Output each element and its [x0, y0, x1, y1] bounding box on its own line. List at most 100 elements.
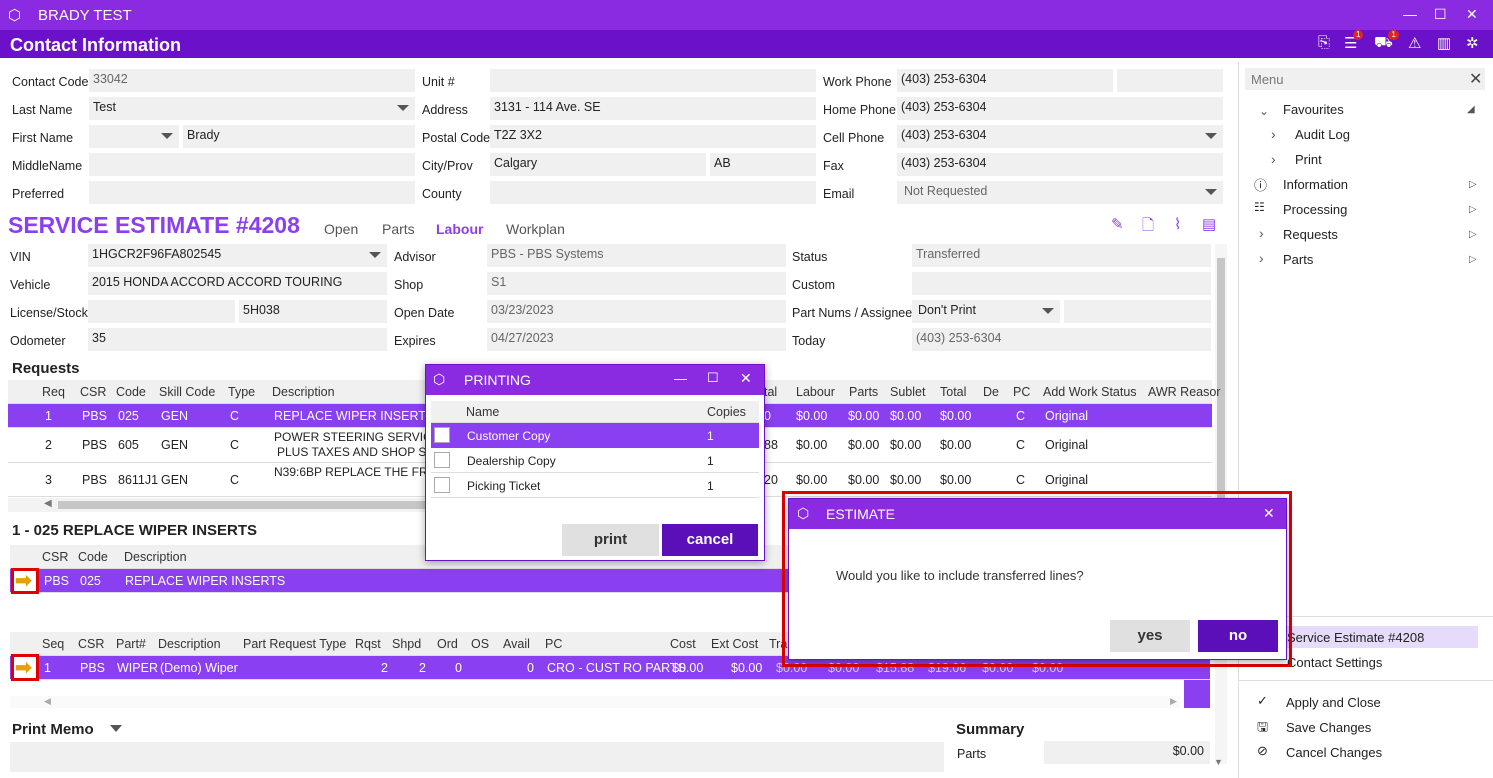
tab-workplan[interactable]: Workplan	[506, 221, 565, 237]
stock-field[interactable]: 5H038	[239, 300, 387, 323]
attachment-icon[interactable]: ⌇	[1174, 215, 1181, 233]
middle-name-field[interactable]	[89, 153, 415, 176]
postal-code-field[interactable]: T2Z 3X2	[490, 125, 816, 148]
menu-item-print[interactable]: Print	[1295, 152, 1322, 167]
open-item-service-estimate[interactable]: Service Estimate #4208	[1279, 626, 1478, 648]
menu-item-parts[interactable]: Parts	[1283, 252, 1313, 267]
vin-field[interactable]: 1HGCR2F96FA802545	[88, 244, 387, 267]
license-stock-label: License/Stock	[10, 306, 88, 320]
parts-row-indicator[interactable]: ➡	[11, 654, 39, 681]
county-field[interactable]	[490, 181, 816, 204]
menu-favourites[interactable]: Favourites	[1283, 102, 1344, 117]
close-icon[interactable]: ✕	[1466, 6, 1478, 23]
print-button[interactable]: print	[562, 524, 659, 556]
picking-ticket-checkbox[interactable]	[434, 477, 450, 493]
assignee-field[interactable]	[1064, 300, 1211, 323]
scroll-left-icon[interactable]: ◀	[44, 696, 51, 707]
parts-hscroll[interactable]: ◀ ▶	[10, 696, 1180, 708]
expand-icon[interactable]: ▷	[1469, 229, 1477, 240]
memo-chevron-icon[interactable]	[110, 725, 122, 732]
minimize-icon[interactable]: —	[674, 371, 687, 386]
car-icon[interactable]: ⛟ 1	[1374, 30, 1399, 53]
printing-row-customer-copy[interactable]: Customer Copy 1	[431, 423, 759, 448]
scroll-left-icon[interactable]: ◀	[44, 498, 52, 509]
edit-icon[interactable]: ✎	[1111, 215, 1124, 233]
expand-icon[interactable]: ▷	[1469, 204, 1477, 215]
chart-icon[interactable]: ▥	[1437, 34, 1451, 52]
tab-parts[interactable]: Parts	[382, 221, 415, 237]
scrollbar-thumb[interactable]	[1217, 258, 1225, 498]
printing-grid-header: Name Copies	[431, 401, 759, 423]
fax-field[interactable]: (403) 253-6304	[897, 153, 1223, 176]
cell-phone-field[interactable]: (403) 253-6304	[897, 125, 1223, 148]
list-icon[interactable]: ☰ 1	[1344, 30, 1364, 52]
cancel-button[interactable]: cancel	[662, 524, 758, 556]
province-field[interactable]: AB	[710, 153, 816, 176]
expand-icon[interactable]: ▷	[1469, 254, 1477, 265]
save-changes-button[interactable]: Save Changes	[1286, 720, 1371, 735]
expand-icon[interactable]: ▷	[1469, 179, 1477, 190]
apply-and-close-button[interactable]: Apply and Close	[1286, 695, 1381, 710]
dealership-copy-checkbox[interactable]	[434, 452, 450, 468]
home-phone-field[interactable]: (403) 253-6304	[897, 97, 1223, 120]
maximize-icon[interactable]: ☐	[1434, 6, 1447, 23]
print-memo-field[interactable]	[10, 742, 944, 772]
odometer-field[interactable]: 35	[88, 328, 387, 351]
cell-part-number: WIPER	[117, 661, 158, 675]
email-select[interactable]: Not Requested	[897, 181, 1223, 204]
work-phone-field[interactable]: (403) 253-6304	[897, 69, 1113, 92]
address-field[interactable]: 3131 - 114 Ave. SE	[490, 97, 816, 120]
unit-field[interactable]	[490, 69, 816, 92]
close-icon[interactable]: ✕	[740, 370, 752, 387]
last-name-field[interactable]: Test	[89, 97, 415, 120]
city-field[interactable]: Calgary	[490, 153, 706, 176]
contact-code-field[interactable]: 33042	[89, 69, 415, 92]
salutation-select[interactable]	[89, 125, 179, 148]
menu-item-processing[interactable]: Processing	[1283, 202, 1347, 217]
part-nums-select[interactable]: Don't Print	[912, 300, 1060, 323]
first-name-field[interactable]: Brady	[183, 125, 415, 148]
expires-field[interactable]: 04/27/2023	[487, 328, 786, 351]
menu-item-information[interactable]: Information	[1283, 177, 1348, 192]
menu-close-icon[interactable]: ✕	[1469, 69, 1482, 89]
menu-item-audit-log[interactable]: Audit Log	[1295, 127, 1350, 142]
status-field[interactable]: Transferred	[912, 244, 1211, 267]
customer-copy-checkbox[interactable]	[434, 427, 450, 443]
scroll-down-icon[interactable]: ▼	[1214, 757, 1223, 767]
printing-row-picking-ticket[interactable]: Picking Ticket 1	[431, 473, 759, 498]
minimize-icon[interactable]: —	[1403, 6, 1417, 22]
open-item-contact-settings[interactable]: Contact Settings	[1287, 655, 1382, 670]
printing-row-dealership-copy[interactable]: Dealership Copy 1	[431, 448, 759, 473]
shop-field[interactable]: S1	[487, 272, 786, 295]
new-document-icon[interactable]: 🗋	[1142, 215, 1154, 240]
license-field[interactable]	[88, 300, 235, 323]
settings-icon[interactable]: ✲	[1466, 34, 1479, 52]
tab-open[interactable]: Open	[324, 221, 358, 237]
comments-icon[interactable]: ▤	[1202, 215, 1216, 233]
close-icon[interactable]: ✕	[1263, 505, 1275, 522]
requests-hscroll[interactable]: ◀	[8, 498, 428, 512]
parts-header: Seq CSR Part# Description Part Request T…	[10, 632, 790, 656]
scroll-right-icon[interactable]: ▶	[1170, 696, 1177, 707]
advisor-field[interactable]: PBS - PBS Systems	[487, 244, 786, 267]
menu-item-requests[interactable]: Requests	[1283, 227, 1338, 242]
menu-search[interactable]: Menu ✕	[1245, 68, 1485, 90]
yes-button[interactable]: yes	[1110, 620, 1190, 652]
maximize-icon[interactable]: ☐	[707, 370, 719, 386]
collapse-icon[interactable]: ◢	[1467, 104, 1475, 115]
vehicle-field[interactable]: 2015 HONDA ACCORD ACCORD TOURING	[88, 272, 387, 295]
warning-icon[interactable]: ⚠	[1408, 34, 1421, 52]
tab-labour[interactable]: Labour	[436, 221, 483, 237]
cancel-changes-button[interactable]: Cancel Changes	[1286, 745, 1382, 760]
document-icon[interactable]: ⎘	[1318, 34, 1330, 51]
work-ext-field[interactable]	[1117, 69, 1223, 92]
detail-row-indicator[interactable]: ➡	[11, 568, 39, 594]
hscroll-thumb[interactable]	[58, 501, 428, 509]
cell-req: 1	[45, 409, 52, 423]
no-button[interactable]: no	[1198, 620, 1278, 652]
preferred-field[interactable]	[89, 181, 415, 204]
custom-field[interactable]	[912, 272, 1211, 295]
open-date-field[interactable]: 03/23/2023	[487, 300, 786, 323]
today-field[interactable]: (403) 253-6304	[912, 328, 1211, 351]
detail-row[interactable]: PBS 025 REPLACE WIPER INSERTS	[10, 569, 790, 593]
